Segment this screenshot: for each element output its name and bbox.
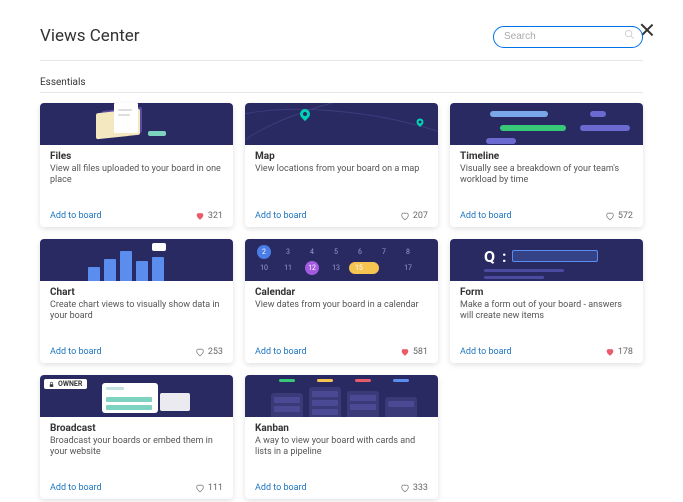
likes-count[interactable]: 111 [195,483,223,493]
likes-count[interactable]: 207 [400,211,428,221]
card-thumbnail [245,103,438,145]
heart-icon [400,347,410,357]
add-to-board-button[interactable]: Add to board [460,347,512,357]
heart-icon [195,347,205,357]
card-description: Create chart views to visually show data… [50,300,223,345]
card-map[interactable]: Map View locations from your board on a … [245,103,438,227]
card-form[interactable]: Q: Form Make a form out of your board - … [450,239,643,363]
card-description: A way to view your board with cards and … [255,436,428,481]
heart-icon [195,483,205,493]
modal-header: Views Center [40,24,643,61]
search-container [493,24,643,48]
card-broadcast[interactable]: OWNER Broadcast Broadcast your boards or… [40,375,233,499]
add-to-board-button[interactable]: Add to board [50,211,102,221]
card-thumbnail: Q: [450,239,643,281]
card-timeline[interactable]: Timeline Visually see a breakdown of you… [450,103,643,227]
card-chart[interactable]: Chart Create chart views to visually sho… [40,239,233,363]
card-description: Make a form out of your board - answers … [460,300,633,345]
card-description: Visually see a breakdown of your team's … [460,164,633,209]
card-title: Map [255,151,428,162]
page-title: Views Center [40,26,140,46]
likes-count[interactable]: 178 [605,347,633,357]
card-thumbnail [245,375,438,417]
card-calendar[interactable]: 2 3 4 5 6 7 8 10 11 12 13 14 15 17 Calen… [245,239,438,363]
likes-count[interactable]: 253 [195,347,223,357]
card-description: Broadcast your boards or embed them in y… [50,436,223,481]
heart-icon [605,347,615,357]
card-thumbnail [40,103,233,145]
heart-icon [195,211,205,221]
cards-grid: Files View all files uploaded to your bo… [40,103,643,499]
heart-icon [605,211,615,221]
card-title: Timeline [460,151,633,162]
add-to-board-button[interactable]: Add to board [255,211,307,221]
search-input[interactable] [493,26,643,48]
likes-count[interactable]: 572 [605,211,633,221]
likes-count[interactable]: 581 [400,347,428,357]
card-thumbnail: OWNER [40,375,233,417]
card-title: Files [50,151,223,162]
card-files[interactable]: Files View all files uploaded to your bo… [40,103,233,227]
card-kanban[interactable]: Kanban A way to view your board with car… [245,375,438,499]
add-to-board-button[interactable]: Add to board [50,483,102,493]
card-thumbnail [450,103,643,145]
search-icon [624,29,635,40]
card-title: Kanban [255,423,428,434]
heart-icon [400,211,410,221]
heart-icon [400,483,410,493]
owner-badge: OWNER [44,379,87,389]
card-title: Broadcast [50,423,223,434]
card-thumbnail [40,239,233,281]
likes-count[interactable]: 321 [195,211,223,221]
lock-icon [48,381,55,388]
card-title: Form [460,287,633,298]
views-center-modal: Views Center Essentials Files View all f… [0,0,683,499]
add-to-board-button[interactable]: Add to board [50,347,102,357]
section-label: Essentials [40,77,643,93]
card-description: View all files uploaded to your board in… [50,164,223,209]
card-description: View locations from your board on a map [255,164,428,209]
add-to-board-button[interactable]: Add to board [255,347,307,357]
card-title: Chart [50,287,223,298]
card-title: Calendar [255,287,428,298]
likes-count[interactable]: 333 [400,483,428,493]
add-to-board-button[interactable]: Add to board [255,483,307,493]
card-thumbnail: 2 3 4 5 6 7 8 10 11 12 13 14 15 17 [245,239,438,281]
card-description: View dates from your board in a calendar [255,300,428,345]
add-to-board-button[interactable]: Add to board [460,211,512,221]
